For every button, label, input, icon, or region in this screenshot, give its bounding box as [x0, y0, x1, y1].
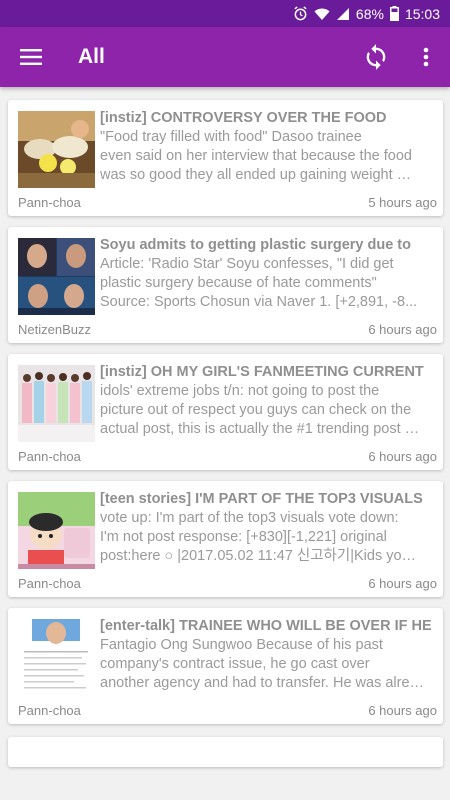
menu-button[interactable]: [0, 27, 62, 87]
card-source: Pann-choa: [18, 449, 81, 464]
excerpt-line: was so good they all ended up gaining we…: [100, 167, 412, 183]
card-timestamp: 6 hours ago: [368, 703, 437, 718]
excerpt-line: even said on her interview that because …: [100, 148, 412, 164]
battery-icon: [389, 6, 399, 21]
refresh-button[interactable]: [354, 27, 398, 87]
card-source: Pann-choa: [18, 703, 81, 718]
excerpt-line: Article: 'Radio Star' Soyu confesses, "I…: [100, 256, 394, 272]
card-source: NetizenBuzz: [18, 322, 91, 337]
clock-time: 15:03: [404, 5, 440, 22]
news-feed: [instiz] CONTROVERSY OVER THE FOOD "Food…: [0, 87, 450, 800]
excerpt-line: picture out of respect you guys can chec…: [100, 402, 412, 418]
refresh-icon: [366, 44, 386, 70]
status-bar: 68% 15:03: [0, 0, 450, 27]
news-card[interactable]: [teen stories] I'M PART OF THE TOP3 VISU…: [8, 481, 443, 597]
more-options-button[interactable]: [406, 27, 446, 87]
card-excerpt: vote up: I'm part of the top3 visuals vo…: [100, 509, 438, 566]
excerpt-line: Source: Sports Chosun via Naver 1. [+2,8…: [100, 294, 418, 310]
news-card[interactable]: [instiz] CONTROVERSY OVER THE FOOD "Food…: [8, 100, 443, 216]
excerpt-line: Fantagio Ong Sungwoo Because of his past: [100, 637, 383, 653]
card-excerpt: "Food tray filled with food" Dasoo train…: [100, 128, 438, 185]
card-source: Pann-choa: [18, 576, 81, 591]
card-timestamp: 6 hours ago: [368, 449, 437, 464]
excerpt-line: post:here ○ |2017.05.02 11:47 신고하기|Kids …: [100, 548, 417, 564]
thumbnail-food-tray: [18, 111, 95, 188]
battery-percent: 68%: [355, 5, 384, 22]
card-title: [teen stories] I'M PART OF THE TOP3 VISU…: [100, 491, 423, 507]
card-title: [enter-talk] TRAINEE WHO WILL BE OVER IF…: [100, 618, 432, 634]
excerpt-line: another agency and had to transfer. He w…: [100, 675, 425, 691]
excerpt-line: idols' extreme jobs t/n: not going to po…: [100, 383, 380, 399]
thumbnail-group-photo: [18, 365, 95, 442]
excerpt-line: company's contract issue, he go cast ove…: [100, 656, 370, 672]
card-source: Pann-choa: [18, 195, 81, 210]
card-timestamp: 6 hours ago: [368, 322, 437, 337]
wifi-icon: [314, 7, 330, 21]
card-title: [instiz] CONTROVERSY OVER THE FOOD: [100, 110, 387, 126]
card-excerpt: Fantagio Ong Sungwoo Because of his past…: [100, 636, 438, 693]
signal-icon: [336, 7, 350, 21]
excerpt-line: vote up: I'm part of the top3 visuals vo…: [100, 510, 399, 526]
card-title: [instiz] OH MY GIRL'S FANMEETING CURRENT: [100, 364, 424, 380]
excerpt-line: plastic surgery because of hate comments…: [100, 275, 377, 291]
news-card[interactable]: [enter-talk] TRAINEE WHO WILL BE OVER IF…: [8, 608, 443, 724]
more-vert-icon: [423, 47, 429, 67]
news-card[interactable]: [instiz] OH MY GIRL'S FANMEETING CURRENT…: [8, 354, 443, 470]
card-timestamp: 6 hours ago: [368, 576, 437, 591]
news-card[interactable]: Soyu admits to getting plastic surgery d…: [8, 227, 443, 343]
thumbnail-tv-show: [18, 238, 95, 315]
news-card-partial[interactable]: [8, 737, 443, 767]
card-title: Soyu admits to getting plastic surgery d…: [100, 237, 411, 253]
card-timestamp: 5 hours ago: [368, 195, 437, 210]
thumbnail-profile-document: [18, 619, 95, 696]
excerpt-line: "Food tray filled with food" Dasoo train…: [100, 129, 362, 145]
card-excerpt: Article: 'Radio Star' Soyu confesses, "I…: [100, 255, 438, 312]
alarm-icon: [293, 6, 308, 21]
thumbnail-cartoon: [18, 492, 95, 569]
excerpt-line: I'm not post response: [+830][-1,221] or…: [100, 529, 387, 545]
app-bar: All: [0, 27, 450, 87]
excerpt-line: actual post, this is actually the #1 tre…: [100, 421, 420, 437]
page-title: All: [78, 45, 105, 68]
hamburger-icon: [20, 49, 42, 65]
card-excerpt: idols' extreme jobs t/n: not going to po…: [100, 382, 438, 439]
